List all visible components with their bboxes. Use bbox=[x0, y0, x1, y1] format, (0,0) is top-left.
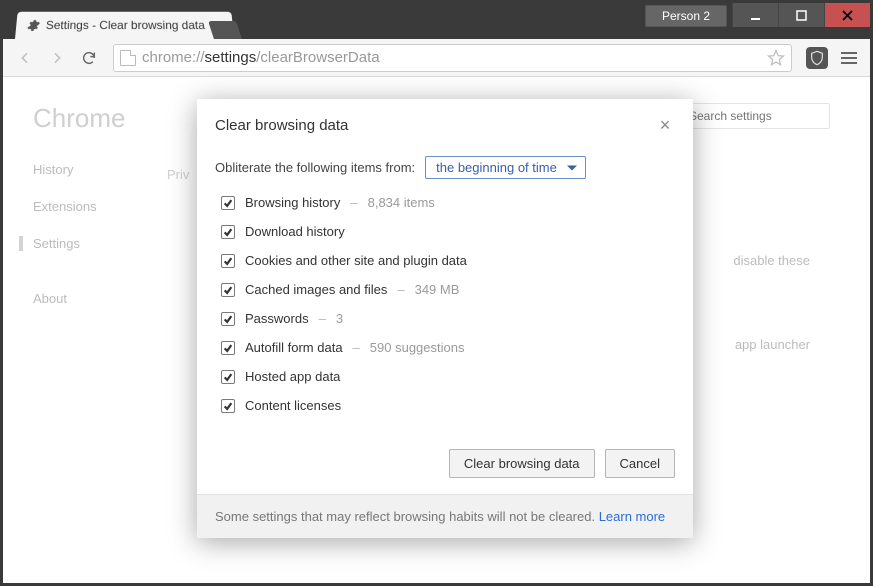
checkbox[interactable] bbox=[221, 399, 235, 413]
window-controls bbox=[732, 3, 870, 27]
separator: – bbox=[350, 195, 357, 210]
tab-title: Settings - Clear browsing data bbox=[45, 18, 205, 32]
checkbox-label: Download history bbox=[245, 224, 345, 239]
bg-text-1: disable these bbox=[733, 253, 810, 268]
checkbox-row: Content licenses bbox=[221, 398, 675, 413]
checkbox-label: Hosted app data bbox=[245, 369, 340, 384]
checkbox-label: Autofill form data bbox=[245, 340, 343, 355]
settings-sidebar: History Extensions Settings About bbox=[33, 162, 143, 306]
checkbox-label: Content licenses bbox=[245, 398, 341, 413]
chrome-brand: Chrome bbox=[33, 103, 143, 134]
separator: – bbox=[319, 311, 326, 326]
checkbox-row: Cookies and other site and plugin data bbox=[221, 253, 675, 268]
time-range-select[interactable]: the beginning of time bbox=[425, 156, 586, 179]
checkbox-label: Browsing history bbox=[245, 195, 340, 210]
back-button[interactable] bbox=[11, 44, 39, 72]
close-window-button[interactable] bbox=[824, 3, 870, 27]
forward-button[interactable] bbox=[43, 44, 71, 72]
checkbox-label: Cookies and other site and plugin data bbox=[245, 253, 467, 268]
bookmark-star-icon[interactable] bbox=[767, 49, 785, 67]
settings-search-input[interactable] bbox=[680, 103, 830, 129]
checkbox-detail: 590 suggestions bbox=[370, 340, 465, 355]
gear-icon bbox=[26, 18, 41, 32]
learn-more-link[interactable]: Learn more bbox=[599, 509, 665, 524]
hamburger-menu-button[interactable] bbox=[836, 45, 862, 71]
checkbox[interactable] bbox=[221, 370, 235, 384]
checkbox[interactable] bbox=[221, 341, 235, 355]
dialog-close-button[interactable]: × bbox=[655, 115, 675, 136]
url-host: settings bbox=[205, 49, 257, 66]
sidebar-item-history[interactable]: History bbox=[33, 162, 143, 177]
reload-button[interactable] bbox=[75, 44, 103, 72]
checkbox-detail: 3 bbox=[336, 311, 343, 326]
checkbox[interactable] bbox=[221, 254, 235, 268]
sidebar-item-settings[interactable]: Settings bbox=[19, 236, 143, 251]
checkbox-detail: 8,834 items bbox=[368, 195, 435, 210]
url-scheme: chrome:// bbox=[142, 49, 205, 66]
checkbox-row: Browsing history – 8,834 items bbox=[221, 195, 675, 210]
dialog-footer: Some settings that may reflect browsing … bbox=[197, 494, 693, 538]
checkbox-detail: 349 MB bbox=[415, 282, 460, 297]
clear-browsing-data-dialog: Clear browsing data × Obliterate the fol… bbox=[197, 99, 693, 538]
footer-text: Some settings that may reflect browsing … bbox=[215, 509, 599, 524]
checkbox-row: Hosted app data bbox=[221, 369, 675, 384]
privacy-section-label: Priv bbox=[167, 167, 189, 182]
page-icon bbox=[120, 50, 136, 66]
minimize-button[interactable] bbox=[732, 3, 778, 27]
obliterate-label: Obliterate the following items from: bbox=[215, 160, 415, 175]
checkbox[interactable] bbox=[221, 283, 235, 297]
profile-badge[interactable]: Person 2 bbox=[645, 5, 727, 27]
checkbox[interactable] bbox=[221, 312, 235, 326]
sidebar-item-extensions[interactable]: Extensions bbox=[33, 199, 143, 214]
url-path: /clearBrowserData bbox=[256, 49, 379, 66]
checkbox-label: Cached images and files bbox=[245, 282, 387, 297]
checkbox-row: Passwords – 3 bbox=[221, 311, 675, 326]
browser-tab[interactable]: Settings - Clear browsing data × bbox=[15, 12, 234, 39]
maximize-button[interactable] bbox=[778, 3, 824, 27]
checkbox-row: Cached images and files – 349 MB bbox=[221, 282, 675, 297]
sidebar-item-about[interactable]: About bbox=[33, 291, 143, 306]
cancel-button[interactable]: Cancel bbox=[605, 449, 675, 478]
checkbox[interactable] bbox=[221, 196, 235, 210]
checkbox-row: Autofill form data – 590 suggestions bbox=[221, 340, 675, 355]
omnibox[interactable]: chrome://settings/clearBrowserData bbox=[113, 44, 792, 72]
separator: – bbox=[397, 282, 404, 297]
bg-text-2: app launcher bbox=[735, 337, 810, 352]
clear-browsing-data-button[interactable]: Clear browsing data bbox=[449, 449, 595, 478]
checkbox[interactable] bbox=[221, 225, 235, 239]
new-tab-button[interactable] bbox=[208, 21, 242, 39]
dialog-title: Clear browsing data bbox=[215, 117, 348, 134]
separator: – bbox=[353, 340, 360, 355]
window-titlebar: Person 2 Settings - Clear browsing data … bbox=[3, 3, 870, 39]
checkbox-row: Download history bbox=[221, 224, 675, 239]
extension-shield-icon[interactable] bbox=[806, 47, 828, 69]
checkbox-label: Passwords bbox=[245, 311, 309, 326]
toolbar: chrome://settings/clearBrowserData bbox=[3, 39, 870, 77]
